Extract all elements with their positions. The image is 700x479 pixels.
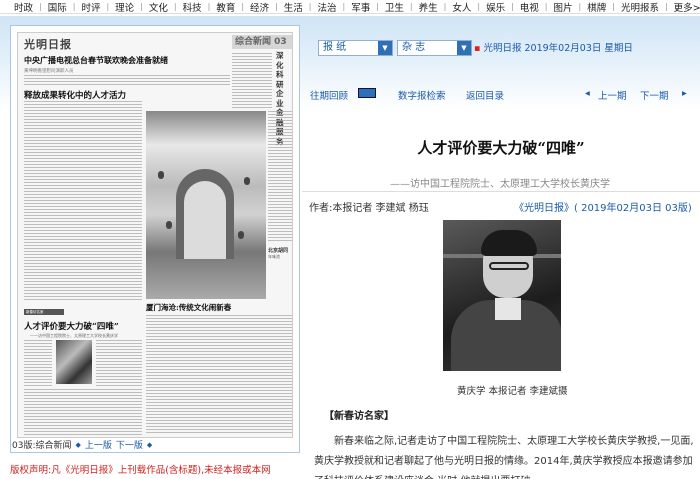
prev-arrow-icon: ◆ (75, 440, 81, 449)
magazine-select[interactable]: 杂 志 ▼ (397, 40, 472, 56)
nav-link[interactable]: 卫生 (379, 0, 410, 14)
date-text: 光明日报 2019年02月03日 星期日 (483, 43, 633, 54)
nav-item: | 国际 (39, 0, 73, 14)
photo-caption-box: 北京胡同 年味浓 (268, 247, 292, 260)
nav-item: | 经济 (241, 0, 275, 14)
column-tag: 【新春访名家】 (324, 411, 394, 422)
nav-item: | 教育 (208, 0, 242, 14)
preview-headline-2[interactable]: 释放成果转化中的人才活力 (24, 89, 126, 101)
article-photo (443, 220, 561, 371)
nav-item: | 图片 (545, 0, 579, 14)
text-block (232, 53, 272, 109)
next-edition-link[interactable]: 下一版 (116, 438, 143, 451)
paper-select[interactable]: 报 纸 ▼ (318, 40, 393, 56)
next-edition-arrow-icon[interactable]: ▸ (682, 88, 687, 99)
text-block (96, 340, 142, 386)
article-subtitle: ——访中国工程院院士、太原理工大学校长黄庆学 (390, 179, 610, 190)
top-nav: 时政 | 国际 | 时评 | 理论 | 文化 | 科技 | 教育 | 经济 | 生活 | 法治 | 军事 | 卫生 | 养生 | 女… (0, 0, 700, 14)
preview-headline-3[interactable]: 厦门海沧:传统文化闹新春 (146, 302, 231, 313)
nav-link[interactable]: 棋牌 (581, 0, 612, 14)
digital-search-link[interactable]: 数字报检索 (398, 88, 446, 102)
nav-link[interactable]: 教育 (210, 0, 241, 14)
nav-link[interactable]: 时政 (8, 0, 39, 14)
article-authors: 作者:本报记者 李建斌 杨珏 (309, 203, 429, 214)
column-ribbon: 新春访名家 (24, 309, 64, 315)
text-block (24, 389, 142, 435)
article-source: 《光明日报》( 2019年02月03日 03版) (514, 203, 692, 214)
nav-link[interactable]: 军事 (345, 0, 376, 14)
caption-title: 北京胡同 (268, 248, 289, 254)
text-block (24, 101, 142, 301)
text-block (24, 340, 52, 386)
nav-link[interactable]: 经济 (244, 0, 275, 14)
next-issue-link[interactable]: 下一期 (640, 88, 669, 102)
masthead: 光明日报 (24, 38, 72, 51)
nav-link[interactable]: 图片 (548, 0, 579, 14)
nav-item: | 女人 (444, 0, 478, 14)
magazine-select-value: 杂 志 (402, 42, 426, 53)
tool-row: 往期回顾 数字报检索 返回目录 ◂ 上一期 下一期 ▸ (302, 88, 700, 102)
nav-item: | 时评 (73, 0, 107, 14)
nav-link[interactable]: 文化 (143, 0, 174, 14)
nav-item: | 军事 (342, 0, 376, 14)
current-edition: 03版:综合新闻 (12, 441, 72, 451)
copyright-notice: 版权声明:凡《光明日报》上刊载作品(含标题),未经本报或本网 (10, 465, 271, 476)
nav-link[interactable]: 女人 (446, 0, 477, 14)
nav-item: | 文化 (140, 0, 174, 14)
caption-sub: 年味浓 (268, 254, 280, 259)
divider (302, 191, 700, 192)
hutong-photo[interactable] (146, 111, 266, 299)
nav-link[interactable]: 娱乐 (480, 0, 511, 14)
nav-link[interactable]: 理论 (109, 0, 140, 14)
date-display: ▪ 光明日报 2019年02月03日 星期日 (474, 40, 633, 54)
nav-item: | 棋牌 (579, 0, 613, 14)
nav-link[interactable]: 国际 (42, 0, 73, 14)
section-label: 综合新闻 03 (232, 35, 292, 49)
page-preview: 光明日报 综合新闻 03 中央广播电视总台春节联欢晚会准备就绪 黄坤明看望慰问演… (10, 25, 300, 453)
nav-item: | 卫生 (376, 0, 410, 14)
next-arrow-icon: ◆ (146, 440, 153, 449)
prev-edition-link[interactable]: 上一版 (85, 438, 112, 451)
portrait-thumbnail (56, 340, 92, 384)
back-to-index-link[interactable]: 返回目录 (466, 88, 504, 102)
nav-link[interactable]: 光明报系 (615, 0, 665, 14)
nav-item: | 光明报系 (612, 0, 665, 14)
nav-item: | 电视 (511, 0, 545, 14)
nav-item: | 养生 (410, 0, 444, 14)
nav-item: | 科技 (174, 0, 208, 14)
preview-headline-4[interactable]: 人才评价要大力破“四唯” (24, 320, 119, 332)
paper-select-value: 报 纸 (323, 42, 347, 53)
nav-more-link[interactable]: 更多>> (668, 0, 700, 14)
chevron-down-icon: ▼ (378, 41, 392, 55)
nav-link[interactable]: 科技 (177, 0, 208, 14)
edition-pager: 03版:综合新闻 ◆ 上一版 下一版 ◆ (12, 438, 153, 452)
nav-item: | 生活 (275, 0, 309, 14)
past-review-link[interactable]: 往期回顾 (310, 88, 348, 102)
photo-caption: 黄庆学 本报记者 李建斌摄 (457, 386, 568, 397)
nav-item: 时政 (8, 0, 39, 14)
nav-item: | 理论 (106, 0, 140, 14)
preview-headline-4-sub: ——访中国工程院院士、太原理工大学校长黄庆学 (30, 333, 118, 338)
nav-link[interactable]: 电视 (514, 0, 545, 14)
newspaper-page-thumbnail[interactable]: 光明日报 综合新闻 03 中央广播电视总台春节联欢晚会准备就绪 黄坤明看望慰问演… (17, 32, 293, 438)
nav-link[interactable]: 法治 (311, 0, 342, 14)
nav-item: | 娱乐 (477, 0, 511, 14)
nav-link[interactable]: 生活 (278, 0, 309, 14)
text-block (24, 75, 230, 85)
article-title: 人才评价要大力破“四唯” (417, 139, 585, 157)
prev-edition-arrow-icon[interactable]: ◂ (585, 88, 590, 99)
nav-link[interactable]: 养生 (413, 0, 444, 14)
nav-item: | 法治 (309, 0, 343, 14)
preview-headline-1-sub: 黄坤明看望慰问演职人员 (24, 69, 74, 74)
nav-link[interactable]: 时评 (75, 0, 106, 14)
article-paragraph: 新春来临之际,记者走访了中国工程院院士、太原理工大学校长黄庆学教授,一见面,黄庆… (314, 436, 694, 479)
text-block (268, 111, 292, 241)
prev-issue-link[interactable]: 上一期 (598, 88, 627, 102)
preview-headline-1[interactable]: 中央广播电视总台春节联欢晚会准备就绪 (24, 55, 230, 66)
nav-more: |更多>> (665, 0, 700, 14)
calendar-icon[interactable] (358, 88, 376, 98)
text-block (146, 315, 292, 435)
bullet-icon: ▪ (474, 43, 481, 54)
chevron-down-icon: ▼ (457, 41, 471, 55)
